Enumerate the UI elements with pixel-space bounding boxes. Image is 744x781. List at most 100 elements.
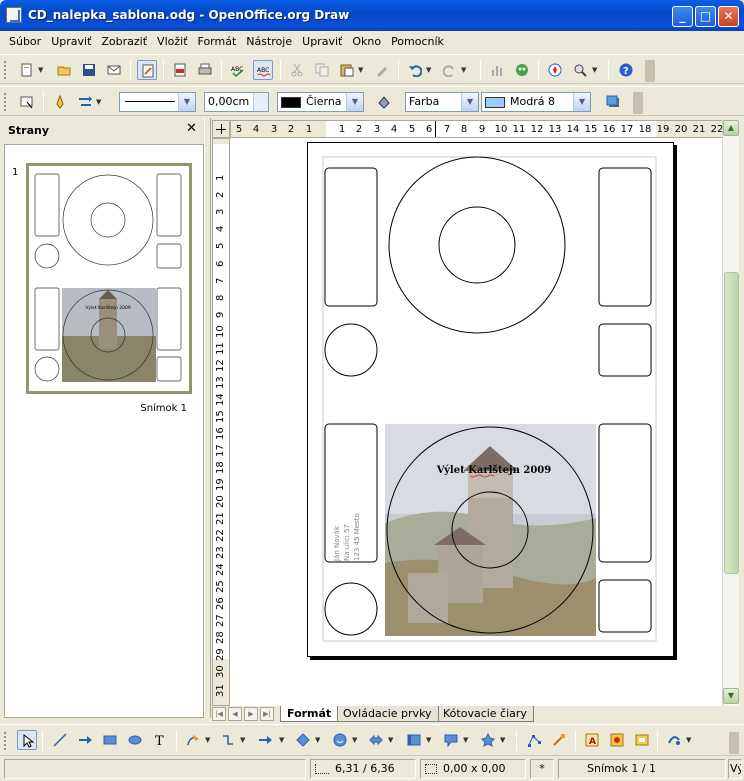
lines-arrows-dropdown-icon[interactable]: ▼ <box>279 730 287 750</box>
slide-thumbnail[interactable]: Výlet Karlštejn 2009 <box>26 163 192 394</box>
export-pdf-icon[interactable] <box>170 60 190 80</box>
navigator-icon[interactable] <box>545 60 565 80</box>
points-icon[interactable] <box>524 730 544 750</box>
line-arrow-tool-icon[interactable] <box>75 730 95 750</box>
menu-window[interactable]: Okno <box>347 32 386 52</box>
select-arrow-icon[interactable] <box>17 730 37 750</box>
menu-insert[interactable]: Vložiť <box>152 32 192 52</box>
tab-last-icon[interactable]: ▶| <box>260 707 274 721</box>
drawing-canvas[interactable]: Ján Novák Na ulici 57 123 45 Mesto Výlet… <box>230 138 722 706</box>
connector-dropdown-icon[interactable]: ▼ <box>240 730 248 750</box>
basic-shapes-dropdown-icon[interactable]: ▼ <box>315 730 323 750</box>
block-arrows-icon[interactable] <box>366 730 386 750</box>
zoom-icon[interactable] <box>570 60 590 80</box>
redo-dropdown-icon[interactable]: ▼ <box>461 60 469 80</box>
close-button[interactable]: ✕ <box>718 6 739 27</box>
menu-help[interactable]: Pomocník <box>386 32 449 52</box>
tab-controls[interactable]: Ovládacie prvky <box>336 706 439 722</box>
flowchart-dropdown-icon[interactable]: ▼ <box>426 730 434 750</box>
area-color-select[interactable]: Modrá 8 ▼ <box>481 92 591 112</box>
callouts-dropdown-icon[interactable]: ▼ <box>463 730 471 750</box>
cd-title-text[interactable]: Výlet Karlštejn 2009 <box>436 465 552 476</box>
toolbar-overflow-icon[interactable] <box>729 732 739 754</box>
cd-hole-top[interactable] <box>438 206 516 284</box>
tab-prev-icon[interactable]: ◀ <box>228 707 242 721</box>
chart-icon[interactable] <box>487 60 507 80</box>
toolbar-overflow-icon[interactable] <box>645 60 655 82</box>
tab-first-icon[interactable]: |◀ <box>212 707 226 721</box>
menu-tools[interactable]: Nástroje <box>241 32 297 52</box>
area-style-select[interactable]: Farba ▼ <box>405 92 479 112</box>
menu-view[interactable]: Zobraziť <box>96 32 152 52</box>
stars-dropdown-icon[interactable]: ▼ <box>500 730 508 750</box>
lines-arrows-tool-icon[interactable] <box>255 730 275 750</box>
scroll-down-icon[interactable]: ▼ <box>723 688 739 704</box>
arrow-style-icon[interactable] <box>75 92 95 112</box>
curve-tool-icon[interactable] <box>183 730 203 750</box>
line-style-select[interactable]: ▼ <box>119 92 196 112</box>
minimize-button[interactable]: _ <box>672 6 693 27</box>
modified-indicator[interactable]: * <box>530 759 554 779</box>
line-color-select[interactable]: Čierna ▼ <box>277 92 364 112</box>
scroll-up-icon[interactable]: ▲ <box>723 120 739 136</box>
toolbar-grip[interactable] <box>4 732 8 750</box>
castle-photo[interactable] <box>385 424 596 636</box>
small-circle-bottom[interactable] <box>324 582 378 636</box>
from-file-icon[interactable] <box>607 730 627 750</box>
undo-dropdown-icon[interactable]: ▼ <box>426 60 434 80</box>
print-icon[interactable] <box>195 60 215 80</box>
block-arrows-dropdown-icon[interactable]: ▼ <box>388 730 396 750</box>
line-width-field[interactable]: 0,00cm <box>204 92 269 112</box>
help-icon[interactable]: ? <box>616 60 636 80</box>
page[interactable]: Ján Novák Na ulici 57 123 45 Mesto Výlet… <box>307 142 674 657</box>
callouts-icon[interactable] <box>441 730 461 750</box>
vertical-scrollbar[interactable]: ▲ ▼ <box>722 120 739 706</box>
paste-icon[interactable] <box>337 60 357 80</box>
clone-format-icon[interactable] <box>372 60 392 80</box>
redo-icon[interactable] <box>440 60 460 80</box>
copy-icon[interactable] <box>312 60 332 80</box>
toolbar-overflow-icon[interactable] <box>633 92 643 114</box>
extrusion-dropdown-icon[interactable]: ▼ <box>686 730 694 750</box>
gallery-icon[interactable] <box>512 60 532 80</box>
menu-format[interactable]: Formát <box>193 32 242 52</box>
mail-icon[interactable] <box>104 60 124 80</box>
horizontal-ruler[interactable]: 5 4 3 2 1 1 2 3 4 5 6 7 8 9 10 11 12 13 … <box>230 120 726 138</box>
stars-icon[interactable] <box>478 730 498 750</box>
object-select-icon[interactable] <box>17 92 37 112</box>
left-spine-top[interactable] <box>324 167 378 307</box>
zoom-dropdown-icon[interactable]: ▼ <box>592 60 600 80</box>
menu-edit[interactable]: Upraviť <box>46 32 96 52</box>
tab-layout[interactable]: Formát <box>280 706 339 722</box>
menu-modify[interactable]: Upraviť <box>297 32 347 52</box>
spin-icon[interactable] <box>253 93 268 111</box>
curve-dropdown-icon[interactable]: ▼ <box>205 730 213 750</box>
text-tool-icon[interactable]: T <box>150 730 170 750</box>
symbol-shapes-dropdown-icon[interactable]: ▼ <box>352 730 360 750</box>
panel-close-icon[interactable]: ✕ <box>186 121 197 136</box>
arrow-style-dropdown-icon[interactable]: ▼ <box>96 92 104 112</box>
new-dropdown-icon[interactable]: ▼ <box>38 60 46 80</box>
ellipse-tool-icon[interactable] <box>125 730 145 750</box>
line-tool-icon[interactable] <box>50 730 70 750</box>
paste-dropdown-icon[interactable]: ▼ <box>358 60 366 80</box>
panel-splitter[interactable] <box>204 118 211 718</box>
rectangle-tool-icon[interactable] <box>100 730 120 750</box>
fontwork-icon[interactable]: A <box>582 730 602 750</box>
toolbar-grip[interactable] <box>4 93 8 111</box>
extrusion-icon[interactable] <box>664 730 684 750</box>
small-square-top[interactable] <box>598 323 652 377</box>
shadow-icon[interactable] <box>603 92 623 112</box>
ruler-origin[interactable] <box>212 120 230 138</box>
glue-points-icon[interactable] <box>549 730 569 750</box>
gallery-drawbar-icon[interactable] <box>632 730 652 750</box>
spellcheck-icon[interactable]: ABC <box>228 60 248 80</box>
undo-icon[interactable] <box>405 60 425 80</box>
edit-file-icon[interactable] <box>137 60 157 80</box>
line-icon[interactable] <box>50 92 70 112</box>
area-icon[interactable] <box>374 92 394 112</box>
right-spine-bottom[interactable] <box>598 423 652 563</box>
vertical-scroll-thumb[interactable] <box>724 272 739 574</box>
connector-tool-icon[interactable] <box>218 730 238 750</box>
basic-shapes-icon[interactable] <box>293 730 313 750</box>
